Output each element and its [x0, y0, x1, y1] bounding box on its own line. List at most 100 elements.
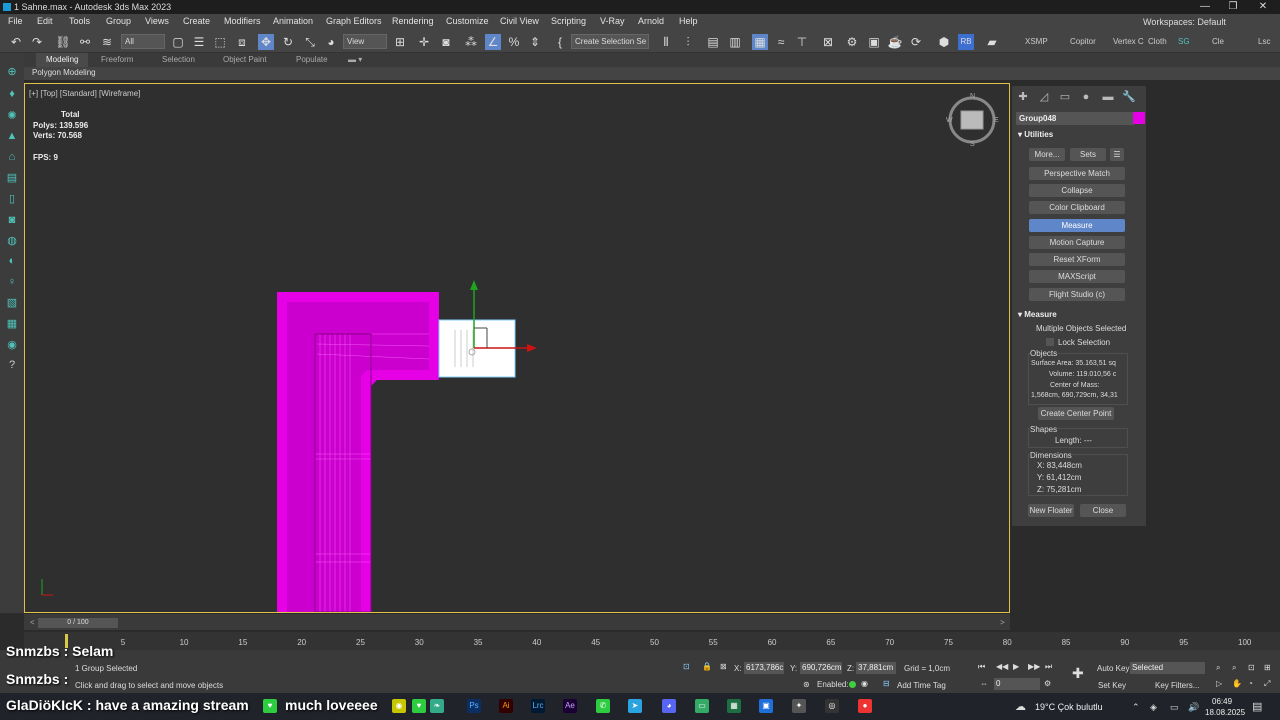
- create-tab-icon[interactable]: ✚: [1016, 90, 1030, 104]
- undo-icon[interactable]: ↶: [8, 34, 24, 50]
- key-filters-button[interactable]: Key Filters...: [1155, 681, 1199, 690]
- new-floater-button[interactable]: New Floater: [1028, 504, 1074, 517]
- measure-button[interactable]: Measure: [1029, 219, 1125, 232]
- menu-views[interactable]: Views: [145, 16, 169, 26]
- notification-icon[interactable]: ▤: [1252, 700, 1262, 713]
- unlink-icon[interactable]: ⚯: [77, 34, 93, 50]
- copitor-button[interactable]: Copitor: [1070, 37, 1096, 46]
- material-editor-icon[interactable]: ⊠: [820, 34, 836, 50]
- play-icon[interactable]: ▶: [1013, 662, 1019, 671]
- scene-geometry[interactable]: N S W E: [25, 84, 1010, 613]
- close-measure-button[interactable]: Close: [1080, 504, 1126, 517]
- goto-end-icon[interactable]: ⏭: [1045, 662, 1052, 672]
- zoom-icon[interactable]: ⌕: [1216, 663, 1220, 673]
- curve-editor-icon[interactable]: ≈: [773, 34, 789, 50]
- minimize-button[interactable]: —: [1190, 0, 1220, 14]
- goto-start-icon[interactable]: ⏮: [978, 662, 985, 672]
- reset-xform-button[interactable]: Reset XForm: [1029, 253, 1125, 266]
- maximize-viewport-icon[interactable]: ⤢: [1264, 679, 1270, 689]
- set-key-icon[interactable]: ✚: [1072, 665, 1084, 682]
- record-icon[interactable]: ◙: [5, 213, 19, 227]
- isolate-icon[interactable]: ⊡: [683, 662, 690, 671]
- menu-rendering[interactable]: Rendering: [392, 16, 434, 26]
- close-button[interactable]: ✕: [1248, 0, 1278, 14]
- zoom-extents-all-icon[interactable]: ⊞: [1264, 663, 1271, 672]
- modify-tab-icon[interactable]: ◿: [1037, 90, 1051, 104]
- list-icon[interactable]: ▤: [5, 171, 19, 185]
- adaptive-degradation-icon[interactable]: ⊛: [803, 680, 810, 689]
- rect-selection-icon[interactable]: ⬚: [212, 34, 228, 50]
- selection-filter-dropdown[interactable]: All: [121, 34, 165, 49]
- display-tab-icon[interactable]: ▬: [1101, 90, 1115, 104]
- menu-group[interactable]: Group: [106, 16, 131, 26]
- color-clipboard-button[interactable]: Color Clipboard: [1029, 201, 1125, 214]
- vertex-color-button[interactable]: Vertex C: [1113, 37, 1144, 46]
- object-color-swatch[interactable]: [1133, 112, 1145, 124]
- spinner-snap-icon[interactable]: ⇕: [527, 34, 543, 50]
- time-slider[interactable]: 0 / 100: [38, 618, 118, 628]
- menu-create[interactable]: Create: [183, 16, 210, 26]
- lsc-button[interactable]: Lsc: [1258, 37, 1270, 46]
- tab-selection[interactable]: Selection: [162, 55, 195, 64]
- selected-keys-dropdown[interactable]: Selected: [1130, 662, 1205, 674]
- volume-icon[interactable]: 🔊: [1188, 702, 1199, 713]
- menu-arnold[interactable]: Arnold: [638, 16, 664, 26]
- lock-icon[interactable]: 🔒: [702, 662, 712, 671]
- y-coord-field[interactable]: 690,726cm: [800, 662, 842, 674]
- globe-icon[interactable]: ◍: [5, 234, 19, 248]
- set-key-button[interactable]: Set Key: [1098, 681, 1126, 690]
- measure-rollout-header[interactable]: ▾ Measure: [1018, 310, 1057, 319]
- xsmp-button[interactable]: XSMP: [1025, 37, 1048, 46]
- z-coord-field[interactable]: 37,881cm: [856, 662, 896, 674]
- menu-graph-editors[interactable]: Graph Editors: [326, 16, 382, 26]
- app-icon-2[interactable]: ✦: [792, 699, 806, 713]
- menu-edit[interactable]: Edit: [37, 16, 53, 26]
- workspace-selector[interactable]: Workspaces: Default: [1143, 17, 1226, 27]
- tab-freeform[interactable]: Freeform: [101, 55, 133, 64]
- enabled-indicator[interactable]: [849, 681, 856, 688]
- scale-icon[interactable]: ⤡: [302, 34, 318, 50]
- maxscript-button[interactable]: MAXScript: [1029, 270, 1125, 283]
- utilities-rollout-header[interactable]: ▾ Utilities: [1018, 130, 1053, 139]
- rendered-frame-icon[interactable]: ▣: [866, 34, 882, 50]
- render-iterative-icon[interactable]: ⟳: [908, 34, 924, 50]
- paint-bucket-icon[interactable]: ▰: [984, 34, 1000, 50]
- mirror-icon[interactable]: ⫴: [658, 34, 674, 50]
- lightroom-icon[interactable]: Lrc: [531, 699, 545, 713]
- tray-app-icon[interactable]: ◈: [1150, 702, 1157, 713]
- terminal-icon[interactable]: ▭: [695, 699, 709, 713]
- cle-button[interactable]: Cle: [1212, 37, 1224, 46]
- time-tag-icon[interactable]: ◉: [861, 679, 868, 688]
- snap-toggle-icon[interactable]: ⁂: [463, 34, 479, 50]
- whatsapp-icon[interactable]: ✆: [596, 699, 610, 713]
- image-icon[interactable]: ▧: [5, 296, 19, 310]
- 3dsmax-icon[interactable]: ▣: [759, 699, 773, 713]
- auto-key-button[interactable]: Auto Key: [1097, 664, 1129, 673]
- ribbon-toggle-icon[interactable]: ▦: [752, 34, 768, 50]
- excel-icon[interactable]: ▦: [727, 699, 741, 713]
- pivot-center-icon[interactable]: ⊞: [392, 34, 408, 50]
- sg-button[interactable]: SG: [1178, 37, 1190, 46]
- zoom-all-icon[interactable]: ⌕: [1232, 663, 1236, 673]
- time-slider-track[interactable]: [24, 614, 1010, 630]
- telegram-icon[interactable]: ➤: [628, 699, 642, 713]
- polygon-modeling-label[interactable]: Polygon Modeling: [32, 68, 96, 77]
- rb-icon[interactable]: RB: [958, 34, 974, 50]
- hierarchy-icon[interactable]: ⌂: [5, 150, 19, 164]
- current-frame-field[interactable]: 0: [994, 678, 1040, 690]
- menu-help[interactable]: Help: [679, 16, 698, 26]
- vray-icon[interactable]: ⬢: [936, 34, 952, 50]
- link-icon[interactable]: ⛓: [55, 34, 71, 50]
- motion-tab-icon[interactable]: ●: [1079, 90, 1093, 104]
- time-next-icon[interactable]: >: [1000, 618, 1005, 627]
- pan-icon[interactable]: ✋: [1232, 679, 1242, 688]
- rotate-icon[interactable]: ↻: [280, 34, 296, 50]
- select-by-name-icon[interactable]: ☰: [191, 34, 207, 50]
- angle-snap-icon[interactable]: ∠: [485, 34, 501, 50]
- doc-icon[interactable]: ▯: [5, 192, 19, 206]
- perspective-match-button[interactable]: Perspective Match: [1029, 167, 1125, 180]
- place-icon[interactable]: ◕: [323, 34, 339, 50]
- viewport-top[interactable]: [+] [Top] [Standard] [Wireframe] Total P…: [24, 83, 1010, 613]
- zoom-extents-icon[interactable]: ⊡: [1248, 663, 1255, 672]
- photoshop-icon[interactable]: Ps: [467, 699, 481, 713]
